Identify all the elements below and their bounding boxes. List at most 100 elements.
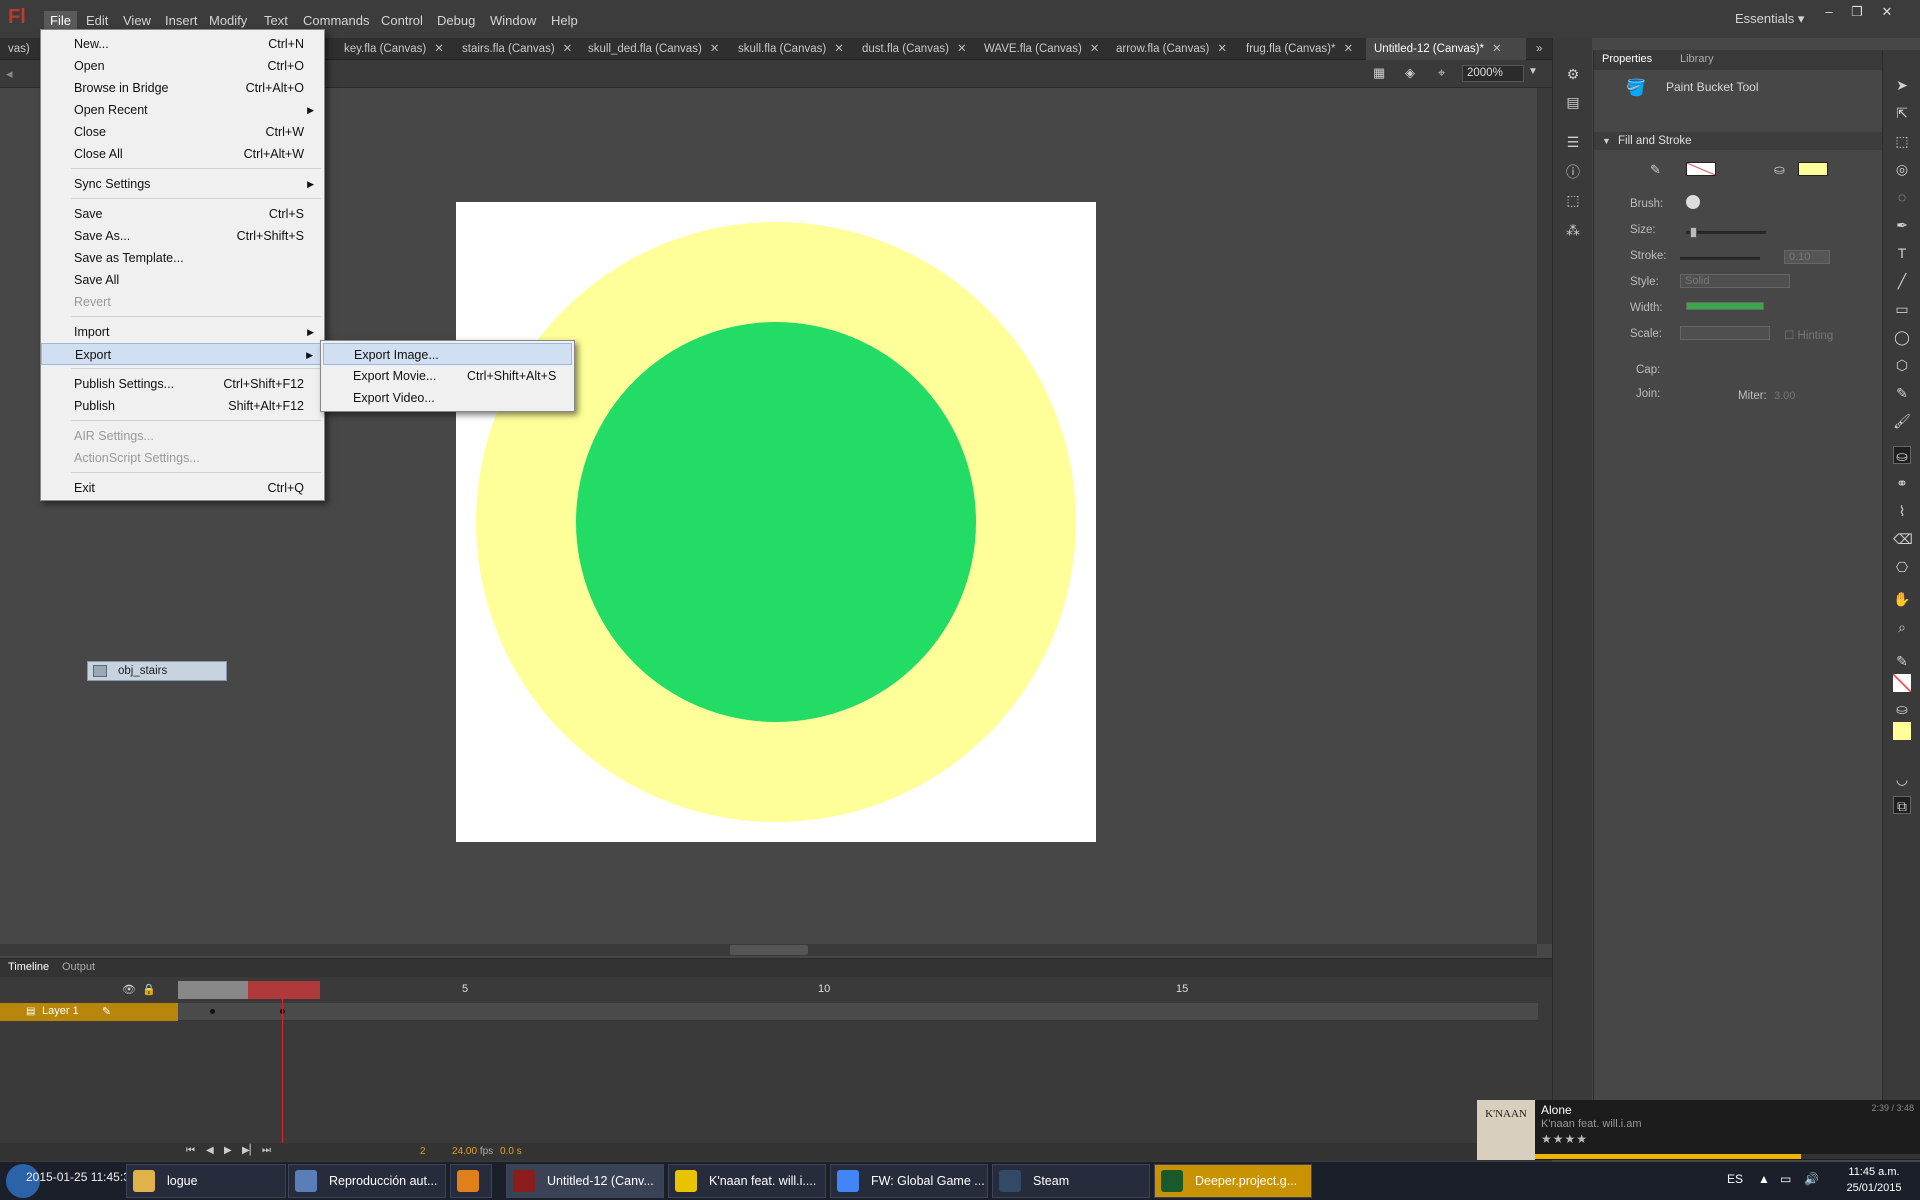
menu-item-publish-settings[interactable]: Publish Settings... Ctrl+Shift+F12 <box>41 373 324 395</box>
tab-library[interactable]: Library <box>1680 53 1714 65</box>
last-frame-icon[interactable]: ⏭ <box>262 1145 271 1156</box>
close-icon[interactable]: ✕ <box>1343 43 1353 55</box>
keyframe-dot[interactable] <box>210 1009 215 1014</box>
align-icon[interactable]: ▤ <box>1564 94 1582 110</box>
track-progress[interactable] <box>1535 1154 1920 1159</box>
tab-output[interactable]: Output <box>62 961 95 973</box>
menu-item-exit[interactable]: Exit Ctrl+Q <box>41 477 324 499</box>
menu-help[interactable]: Help <box>545 11 584 30</box>
oval-tool-icon[interactable]: ◯ <box>1893 328 1911 346</box>
play-icon[interactable]: ▶ <box>224 1145 232 1156</box>
layer-name[interactable]: Layer 1 <box>42 1005 79 1017</box>
language-indicator[interactable]: ES <box>1727 1172 1743 1186</box>
fill-color-swatch[interactable] <box>1798 162 1828 176</box>
eyedropper-tool-icon[interactable]: ⌇ <box>1893 502 1911 520</box>
tray-expand-icon[interactable]: ▲ <box>1758 1172 1770 1186</box>
menu-modify[interactable]: Modify <box>203 11 253 30</box>
taskbar-app[interactable]: logue <box>126 1164 286 1198</box>
menu-file[interactable]: File <box>44 11 77 30</box>
menu-item-export-image[interactable]: Export Image... <box>323 343 572 365</box>
hinting-checkbox[interactable]: ☐ Hinting <box>1784 328 1833 342</box>
scale-select[interactable] <box>1680 326 1770 340</box>
fill-swatch[interactable] <box>1893 722 1911 740</box>
zoom-tool-icon[interactable]: ⌕ <box>1893 618 1911 636</box>
taskbar-app[interactable]: K'naan feat. will.i.... <box>668 1164 826 1198</box>
menu-item-close[interactable]: Close Ctrl+W <box>41 121 324 143</box>
frame-rate[interactable]: 24.00 fps <box>452 1146 493 1157</box>
menu-item-close-all[interactable]: Close All Ctrl+Alt+W <box>41 143 324 165</box>
menu-item-open[interactable]: Open Ctrl+O <box>41 55 324 77</box>
tab-doc[interactable]: key.fla (Canvas) ✕ <box>336 38 444 60</box>
tab-doc[interactable]: arrow.fla (Canvas) ✕ <box>1108 38 1227 60</box>
bone-tool-icon[interactable]: ⚭ <box>1893 474 1911 492</box>
clock-time[interactable]: 11:45 a.m. <box>1838 1166 1910 1178</box>
menu-item-save-as[interactable]: Save As... Ctrl+Shift+S <box>41 225 324 247</box>
taskbar-app[interactable]: FW: Global Game ... <box>830 1164 988 1198</box>
hand-tool-icon[interactable]: ✋ <box>1893 590 1911 608</box>
next-frame-icon[interactable]: ▶▏ <box>242 1145 257 1156</box>
tab-timeline[interactable]: Timeline <box>8 961 49 973</box>
scrollbar-thumb[interactable] <box>730 945 808 955</box>
lock-icon[interactable]: 🔒 <box>142 983 156 996</box>
stroke-color-swatch[interactable] <box>1686 162 1716 176</box>
subselection-tool-icon[interactable]: ⇱ <box>1893 104 1911 122</box>
layer-row[interactable]: ▤ Layer 1 ✎ <box>0 1003 178 1021</box>
chevron-down-icon[interactable]: ▼ <box>1528 66 1538 77</box>
taskbar-app[interactable]: Steam <box>992 1164 1150 1198</box>
snap-icon[interactable]: ◡ <box>1893 770 1911 788</box>
green-circle[interactable] <box>576 322 976 722</box>
menu-commands[interactable]: Commands <box>297 11 375 30</box>
taskbar-app[interactable] <box>450 1164 492 1198</box>
media-player-widget[interactable]: K'NAAN Alone K'naan feat. will.i.am ★★★★… <box>1477 1100 1920 1160</box>
size-slider[interactable] <box>1686 231 1766 234</box>
eye-icon[interactable]: 👁 <box>122 983 136 996</box>
menu-text[interactable]: Text <box>258 11 294 30</box>
menu-item-export[interactable]: Export ▶ <box>41 343 324 365</box>
taskbar-app[interactable]: Untitled-12 (Canv... <box>506 1164 664 1198</box>
tab-doc[interactable]: skull.fla (Canvas) ✕ <box>730 38 844 60</box>
tab-properties[interactable]: Properties <box>1602 53 1652 65</box>
rectangle-tool-icon[interactable]: ▭ <box>1893 300 1911 318</box>
info-icon[interactable]: ⓘ <box>1564 164 1582 180</box>
menu-window[interactable]: Window <box>484 11 542 30</box>
back-arrow-icon[interactable]: ◂ <box>6 66 13 82</box>
network-icon[interactable]: ▭ <box>1780 1172 1791 1186</box>
transform-icon[interactable]: ⬚ <box>1564 192 1582 208</box>
tab-doc[interactable]: skull_ded.fla (Canvas) ✕ <box>580 38 719 60</box>
pen-tool-icon[interactable]: ✒ <box>1893 216 1911 234</box>
menu-item-new[interactable]: New... Ctrl+N <box>41 33 324 55</box>
edit-symbols-icon[interactable]: ◈ <box>1405 65 1415 81</box>
size-slider-knob[interactable] <box>1690 227 1697 238</box>
close-icon[interactable]: ✕ <box>563 43 573 55</box>
3d-rotation-tool-icon[interactable]: ◎ <box>1893 160 1911 178</box>
text-tool-icon[interactable]: T <box>1893 244 1911 262</box>
tab-doc[interactable]: frug.fla (Canvas)* ✕ <box>1238 38 1353 60</box>
pencil-tool-icon[interactable]: ✎ <box>1893 384 1911 402</box>
center-stage-icon[interactable]: ⌖ <box>1438 65 1445 81</box>
close-icon[interactable]: ✕ <box>1876 4 1898 19</box>
horizontal-scrollbar[interactable] <box>0 944 1537 956</box>
fill-color-icon[interactable]: ⛀ <box>1893 700 1911 718</box>
restore-icon[interactable]: ❐ <box>1846 4 1868 19</box>
menu-item-save-all[interactable]: Save All <box>41 269 324 291</box>
menu-item-save[interactable]: Save Ctrl+S <box>41 203 324 225</box>
workspace-switcher[interactable]: Essentials ▾ <box>1735 11 1804 27</box>
track-rating[interactable]: ★★★★ <box>1541 1132 1588 1146</box>
camera-tool-icon[interactable]: ⎔ <box>1893 558 1911 576</box>
style-select[interactable]: Solid <box>1680 274 1790 288</box>
zoom-select[interactable]: 2000% <box>1462 65 1524 82</box>
taskbar-app[interactable]: Deeper.project.g... <box>1154 1164 1312 1198</box>
stroke-slider[interactable] <box>1680 257 1760 260</box>
tab-doc-current[interactable]: Untitled-12 (Canvas)* ✕ <box>1366 38 1526 60</box>
components-icon[interactable]: ⁂ <box>1564 222 1582 238</box>
menu-item-open-recent[interactable]: Open Recent ▶ <box>41 99 324 121</box>
close-icon[interactable]: ✕ <box>1492 43 1502 55</box>
elapsed-time[interactable]: 0.0 s <box>500 1146 522 1157</box>
polystar-tool-icon[interactable]: ⬡ <box>1893 356 1911 374</box>
object-drawing-icon[interactable]: ⧉ <box>1893 796 1911 814</box>
layer-frames[interactable] <box>178 1003 1538 1021</box>
menu-item-export-movie[interactable]: Export Movie... Ctrl+Shift+Alt+S <box>323 365 572 387</box>
menu-edit[interactable]: Edit <box>80 11 114 30</box>
current-frame[interactable]: 2 <box>420 1146 426 1157</box>
width-profile-select[interactable] <box>1686 302 1764 310</box>
